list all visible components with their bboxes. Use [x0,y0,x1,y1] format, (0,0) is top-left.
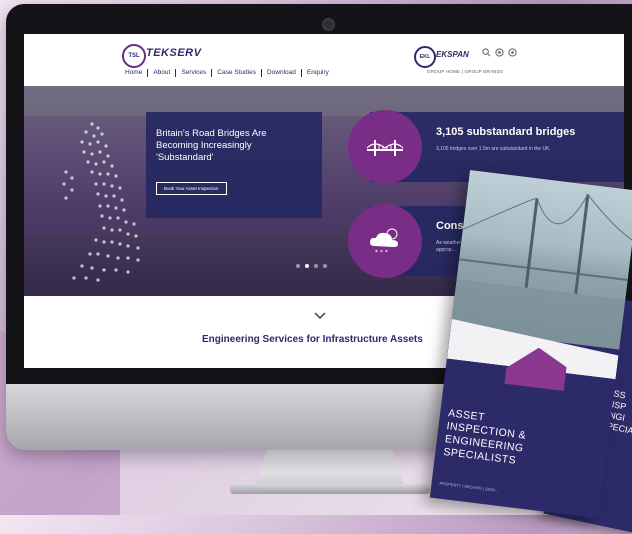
group-brand-badge[interactable]: EKL [414,46,436,68]
bridge-icon [366,140,404,156]
site-header: TSL TEKSERV Home About Services Case Stu… [24,34,624,86]
main-nav: Home About Services Case Studies Downloa… [120,69,334,77]
hero-headline-box: Britain's Road Bridges Are Becoming Incr… [146,112,322,218]
monitor-stand [255,450,405,488]
suspension-bridge-graphic [450,193,632,350]
svg-text:* * *: * * * [375,249,388,256]
stat-description: 3,105 bridges over 1.5m are substandard … [436,146,551,152]
site-tagline: Engineering Services for Infrastructure … [202,334,423,345]
webcam [322,18,335,31]
carousel-dot[interactable] [296,264,300,268]
nav-home[interactable]: Home [120,69,149,77]
brochure-subtitle: PROPERTY | ARCHIVE | SIGN... [439,480,499,493]
carousel-dots [296,264,327,268]
nav-download[interactable]: Download [262,69,302,77]
search-icon[interactable] [482,48,491,59]
cloud-weather-icon: * * * [370,228,398,256]
group-links[interactable]: GROUP HOME | GROUP BRANDS [427,69,503,74]
hero-headline: Britain's Road Bridges Are Becoming Incr… [156,128,267,163]
monitor-stand-base [230,484,430,494]
nav-enquiry[interactable]: Enquiry [302,69,334,77]
logo-badge[interactable]: TSL [122,44,146,68]
bridge-circle [348,110,422,184]
social-icon[interactable] [495,48,504,59]
carousel-dot[interactable] [305,264,309,268]
carousel-dot[interactable] [323,264,327,268]
nav-services[interactable]: Services [176,69,213,77]
book-inspection-button[interactable]: Book Your Asset Inspection [156,182,227,195]
stat-title: 3,105 substandard bridges [436,126,576,138]
nav-case-studies[interactable]: Case Studies [212,69,262,77]
weather-circle: * * * [348,204,422,278]
brochure-photo-bridge [450,170,632,350]
brochure-title: ASSET INSPECTION & ENGINEERING SPECIALIS… [443,407,529,468]
social-icon[interactable] [508,48,517,59]
carousel-dot[interactable] [314,264,318,268]
nav-about[interactable]: About [148,69,177,77]
site-logo[interactable]: TEKSERV [146,47,201,59]
group-brand-logo[interactable]: EKSPAN [436,50,469,59]
chevron-down-icon[interactable] [314,308,326,323]
